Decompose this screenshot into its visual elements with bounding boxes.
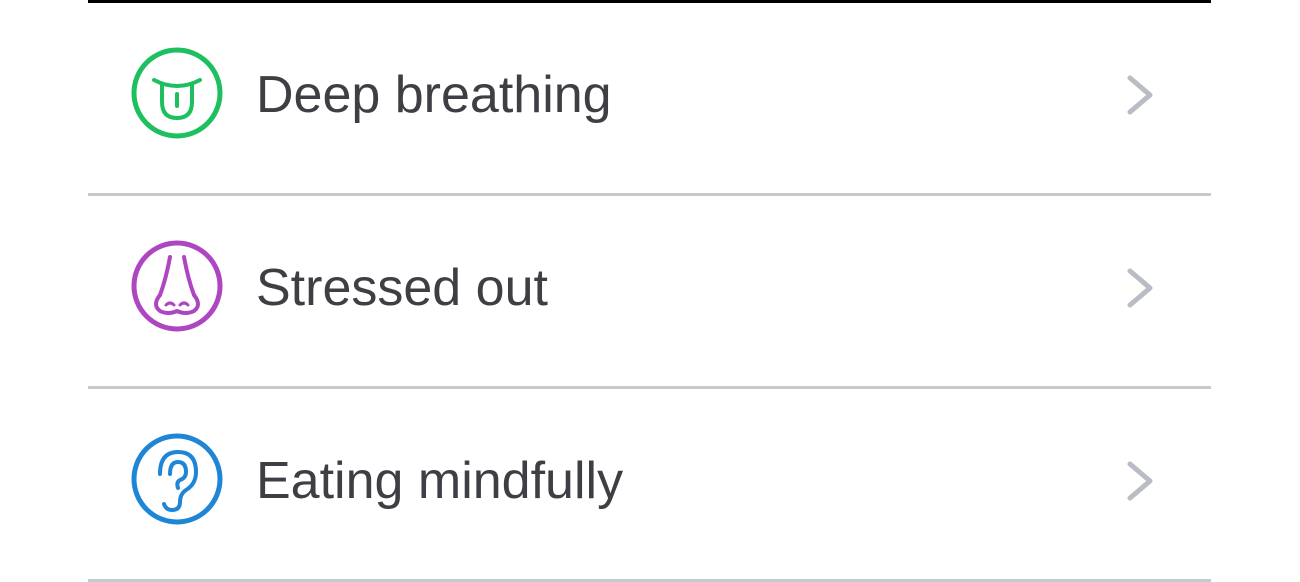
list-item-label: Eating mindfully (256, 452, 624, 510)
list-item-label: Deep breathing (256, 66, 612, 124)
ear-icon (130, 432, 224, 526)
topic-list: Deep breathing Stressed out Eating mindf… (88, 0, 1211, 582)
list-item-deep-breathing[interactable]: Deep breathing (88, 3, 1211, 196)
tongue-icon (130, 46, 224, 140)
chevron-right-icon (1124, 460, 1156, 502)
chevron-right-icon (1124, 267, 1156, 309)
chevron-right-icon (1124, 74, 1156, 116)
list-item-stressed-out[interactable]: Stressed out (88, 196, 1211, 389)
nose-icon (130, 239, 224, 333)
list-item-label: Stressed out (256, 259, 548, 317)
list-item-eating-mindfully[interactable]: Eating mindfully (88, 389, 1211, 582)
